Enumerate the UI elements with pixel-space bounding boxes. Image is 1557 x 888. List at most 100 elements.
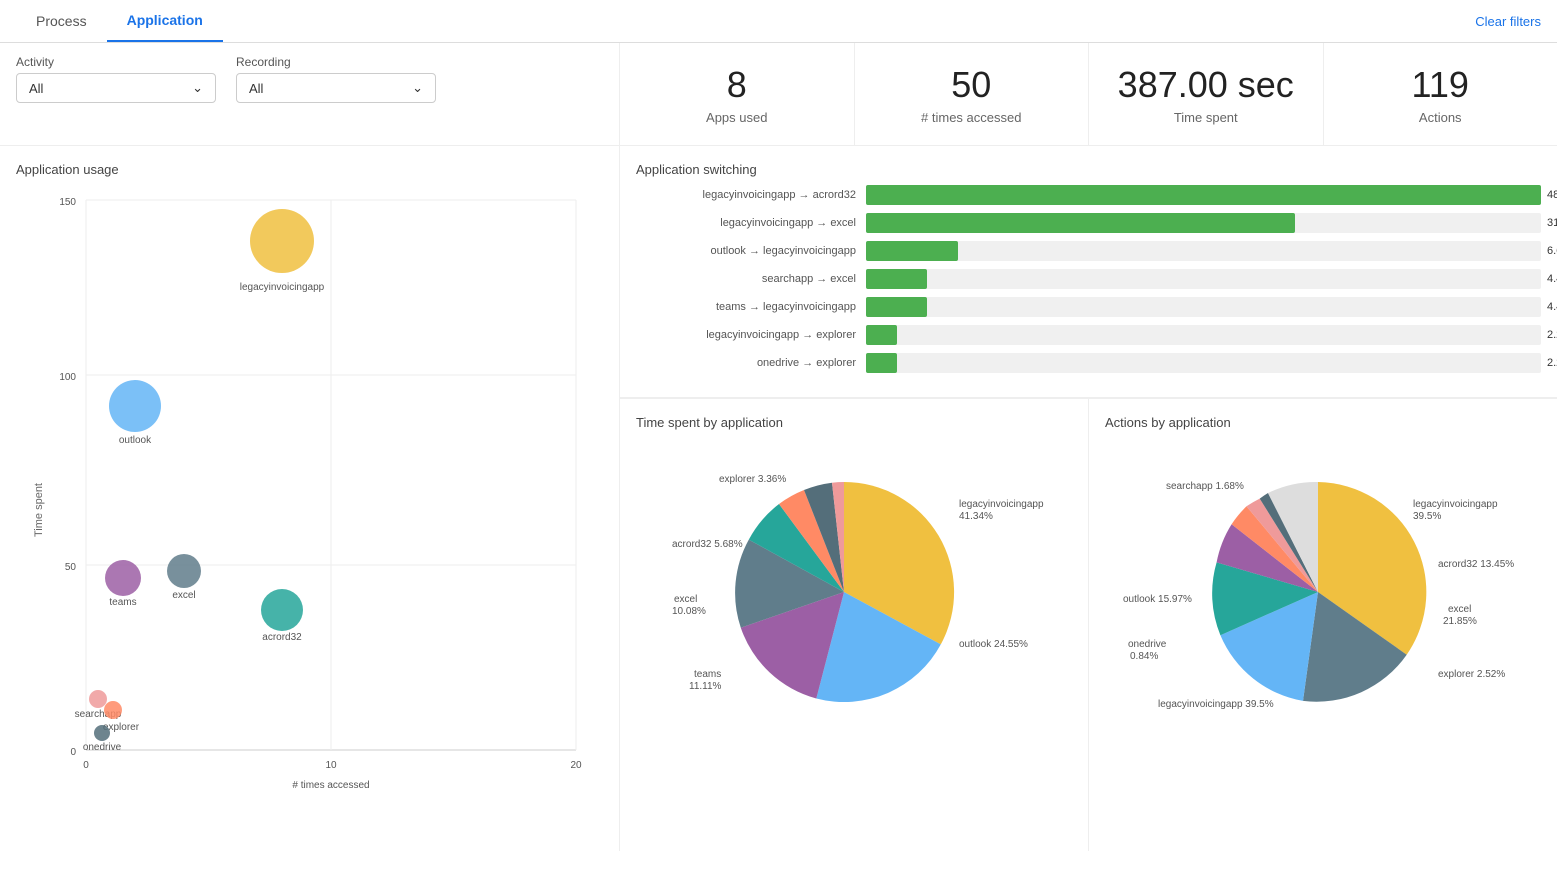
bar-label-6: onedrive → explorer	[636, 357, 866, 369]
bar-fill-0	[866, 185, 1541, 205]
bar-fill-6	[866, 353, 897, 373]
clear-filters-button[interactable]: Clear filters	[1475, 14, 1541, 29]
tab-process[interactable]: Process	[16, 1, 107, 41]
svg-text:excel: excel	[172, 590, 195, 601]
bar-pct-5: 2.22%	[1547, 329, 1557, 341]
chevron-down-icon-2: ⌄	[412, 80, 423, 96]
recording-label: Recording	[236, 55, 436, 69]
time-spent-pie-wrapper: legacyinvoicingapp 41.34% outlook 24.55%…	[636, 442, 1072, 742]
time-spent-pie-svg: legacyinvoicingapp 41.34% outlook 24.55%…	[664, 447, 1044, 737]
time-spent-value: 387.00 sec	[1105, 63, 1307, 106]
stat-times-accessed: 50 # times accessed	[855, 43, 1090, 145]
bar-row-5: legacyinvoicingapp → explorer 2.22%	[636, 325, 1541, 345]
svg-text:outlook 24.55%: outlook 24.55%	[959, 639, 1028, 650]
svg-text:acrord32 5.68%: acrord32 5.68%	[672, 539, 743, 550]
scatter-chart-svg: 0 50 100 150 0 10 20 # times accessed le…	[46, 190, 606, 810]
bubble-explorer	[104, 701, 122, 719]
recording-filter: Recording All ⌄	[236, 55, 436, 133]
bar-fill-5	[866, 325, 897, 345]
bar-label-5: legacyinvoicingapp → explorer	[636, 329, 866, 341]
filters-section: Activity All ⌄ Recording All ⌄	[0, 43, 620, 145]
svg-text:0: 0	[83, 760, 89, 771]
recording-select[interactable]: All ⌄	[236, 73, 436, 103]
svg-text:0: 0	[70, 747, 76, 758]
bar-pct-1: 31.11%	[1547, 217, 1557, 229]
bar-track-6: 2.22%	[866, 353, 1541, 373]
bubble-legacyinvoicingapp	[250, 209, 314, 273]
svg-text:onedrive: onedrive	[1128, 639, 1167, 650]
top-area: Activity All ⌄ Recording All ⌄ 8 Apps us…	[0, 43, 1557, 146]
svg-text:41.34%: 41.34%	[959, 511, 993, 522]
bar-fill-4	[866, 297, 927, 317]
bar-label-3: searchapp → excel	[636, 273, 866, 285]
svg-text:outlook 15.97%: outlook 15.97%	[1123, 594, 1192, 605]
svg-text:onedrive: onedrive	[83, 742, 122, 753]
time-spent-chart-section: Time spent by application	[620, 399, 1089, 851]
tab-application[interactable]: Application	[107, 0, 223, 42]
app-switching-title: Application switching	[636, 162, 1541, 177]
svg-text:excel: excel	[674, 594, 697, 605]
bar-pct-2: 6.67%	[1547, 245, 1557, 257]
actions-pie-wrapper: acrord32 13.45% excel 21.85% explorer 2.…	[1105, 442, 1541, 742]
bar-row-6: onedrive → explorer 2.22%	[636, 353, 1541, 373]
svg-text:0.84%: 0.84%	[1130, 651, 1158, 662]
bar-label-4: teams → legacyinvoicingapp	[636, 301, 866, 313]
bubble-onedrive	[94, 725, 110, 741]
svg-text:10: 10	[325, 760, 337, 771]
bar-pct-4: 4.44%	[1547, 301, 1557, 313]
apps-used-value: 8	[636, 63, 838, 106]
bar-pct-3: 4.44%	[1547, 273, 1557, 285]
bar-pct-6: 2.22%	[1547, 357, 1557, 369]
app-usage-title: Application usage	[16, 162, 603, 177]
svg-text:39.5%: 39.5%	[1413, 511, 1441, 522]
bar-track-2: 6.67%	[866, 241, 1541, 261]
right-panel: Application switching legacyinvoicingapp…	[620, 146, 1557, 851]
activity-value: All	[29, 81, 43, 96]
bar-label-2: outlook → legacyinvoicingapp	[636, 245, 866, 257]
bar-row-0: legacyinvoicingapp → acrord32 48.89%	[636, 185, 1541, 205]
bubble-excel	[167, 554, 201, 588]
svg-text:outlook: outlook	[119, 435, 152, 446]
svg-text:100: 100	[59, 372, 76, 383]
actions-chart-section: Actions by application	[1089, 399, 1557, 851]
svg-text:legacyinvoicingapp: legacyinvoicingapp	[959, 499, 1044, 510]
bubble-outlook	[109, 380, 161, 432]
bar-row-4: teams → legacyinvoicingapp 4.44%	[636, 297, 1541, 317]
stats-row: 8 Apps used 50 # times accessed 387.00 s…	[620, 43, 1557, 145]
svg-text:20: 20	[570, 760, 582, 771]
apps-used-label: Apps used	[636, 110, 838, 125]
activity-filter: Activity All ⌄	[16, 55, 216, 133]
svg-text:# times accessed: # times accessed	[292, 780, 369, 791]
svg-text:11.11%: 11.11%	[689, 681, 722, 692]
bar-track-3: 4.44%	[866, 269, 1541, 289]
scatter-container: Time spent 0 50	[16, 185, 603, 835]
svg-text:legacyinvoicingapp 39.5%: legacyinvoicingapp 39.5%	[1158, 699, 1274, 710]
svg-text:21.85%: 21.85%	[1443, 616, 1477, 627]
svg-text:explorer 3.36%: explorer 3.36%	[719, 474, 786, 485]
y-axis-label: Time spent	[33, 483, 45, 537]
svg-text:searchapp 1.68%: searchapp 1.68%	[1166, 481, 1244, 492]
svg-text:teams: teams	[694, 669, 721, 680]
bottom-charts: Time spent by application	[620, 398, 1557, 851]
svg-text:explorer 2.52%: explorer 2.52%	[1438, 669, 1505, 680]
recording-value: All	[249, 81, 263, 96]
page: Process Application Clear filters Activi…	[0, 0, 1557, 888]
bubble-teams	[105, 560, 141, 596]
bar-fill-2	[866, 241, 958, 261]
svg-text:legacyinvoicingapp: legacyinvoicingapp	[240, 282, 325, 293]
svg-text:150: 150	[59, 197, 76, 208]
bar-row-3: searchapp → excel 4.44%	[636, 269, 1541, 289]
left-panel: Application usage Time spent	[0, 146, 620, 851]
actions-chart-title: Actions by application	[1105, 415, 1541, 430]
bar-track-1: 31.11%	[866, 213, 1541, 233]
svg-text:10.08%: 10.08%	[672, 606, 706, 617]
activity-select[interactable]: All ⌄	[16, 73, 216, 103]
time-spent-chart-title: Time spent by application	[636, 415, 1072, 430]
app-switching-section: Application switching legacyinvoicingapp…	[620, 146, 1557, 398]
bar-fill-1	[866, 213, 1295, 233]
bubble-acrord32	[261, 589, 303, 631]
stat-apps-used: 8 Apps used	[620, 43, 855, 145]
bar-track-5: 2.22%	[866, 325, 1541, 345]
svg-text:legacyinvoicingapp: legacyinvoicingapp	[1413, 499, 1498, 510]
time-spent-label: Time spent	[1105, 110, 1307, 125]
